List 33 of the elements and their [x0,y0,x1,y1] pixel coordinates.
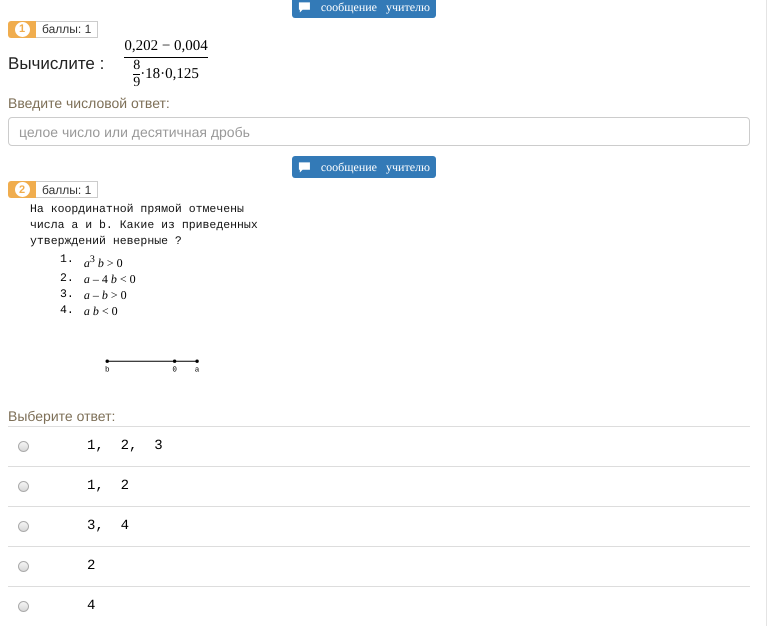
question-text: числа a и b. Какие из приведенных [29,218,259,234]
answer-radio[interactable] [18,560,29,572]
question-number: 2 [14,182,30,198]
points-label: баллы: 1 [36,181,98,198]
statement-number: 1. [60,252,74,268]
statement-formula: a – 4 b < 0 [84,271,136,288]
statement-number: 4. [60,303,74,320]
message-teacher-button[interactable]: сообщение учителю [292,156,436,178]
statement-number: 2. [60,271,74,288]
answer-option[interactable]: 1, 2, 3 [87,438,163,454]
statement-formula: a$^{3}$ b > 0 [84,253,123,272]
question-prompt: Вычислите : [8,54,104,74]
answer-option[interactable]: 4 [87,598,96,614]
answer-input[interactable]: целое число или десятичная дробь [8,116,750,146]
answer-radio[interactable] [18,600,29,612]
answer-option[interactable]: 3, 4 [87,518,130,534]
statement-formula: a b < 0 [84,303,118,320]
points-label: баллы: 1 [36,21,98,38]
statement-number: 3. [60,287,74,304]
answer-option[interactable]: 2 [87,558,96,574]
answer-radio[interactable] [18,520,29,532]
message-teacher-button[interactable]: сообщение учителю [292,0,436,18]
chat-icon [298,161,311,174]
question-text: На координатной прямой отмечены [29,202,245,218]
chat-icon [298,1,311,13]
answer-label: Введите числовой ответ: [8,94,171,111]
answer-radio[interactable] [18,440,29,452]
question-text: утверждений неверные ? [29,234,183,250]
answer-label: Выберите ответ: [8,408,116,424]
question-number: 1 [14,22,30,37]
answer-radio[interactable] [18,480,29,492]
statement-formula: a – b > 0 [84,287,127,304]
answer-option[interactable]: 1, 2 [87,478,130,494]
